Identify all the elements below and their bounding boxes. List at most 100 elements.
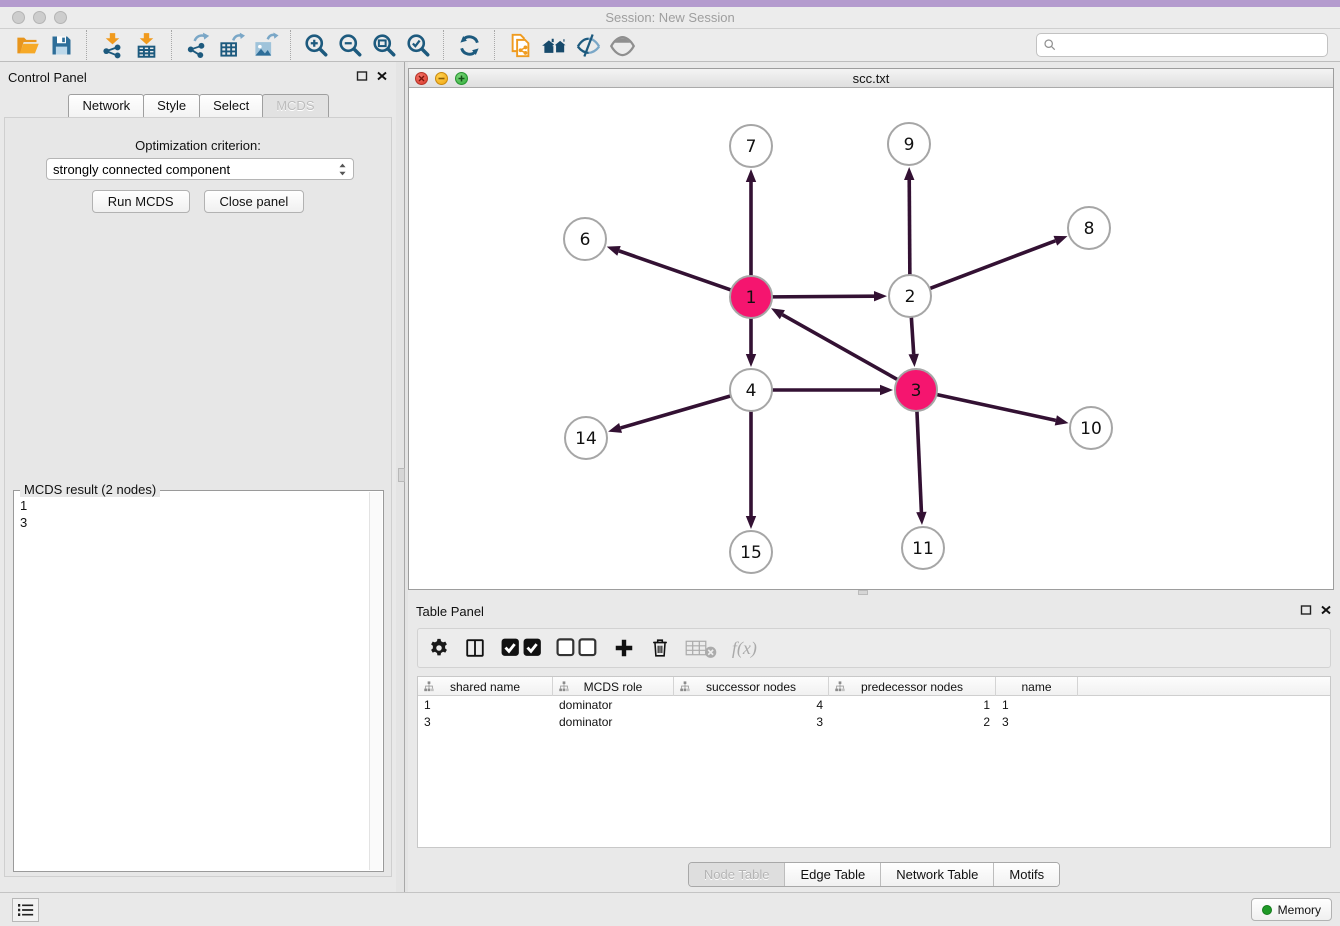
zoom-fit-button[interactable] [367, 30, 401, 60]
graph-node-1[interactable]: 1 [730, 276, 772, 318]
table-row[interactable]: 1 dominator 4 1 1 [418, 696, 1330, 713]
graph-node-9[interactable]: 9 [888, 123, 930, 165]
graph-node-14[interactable]: 14 [565, 417, 607, 459]
export-image-button[interactable] [248, 30, 282, 60]
mcds-result-text[interactable]: 1 3 [20, 497, 27, 531]
graph-node-15[interactable]: 15 [730, 531, 772, 573]
graph-edge-3-1[interactable] [782, 315, 897, 380]
node-label: 4 [746, 381, 757, 401]
edge-arrowhead [771, 308, 785, 319]
cell-shared-name[interactable]: 1 [418, 698, 553, 712]
tab-network-table[interactable]: Network Table [880, 863, 993, 886]
run-mcds-button[interactable]: Run MCDS [92, 190, 190, 213]
network-window-titlebar[interactable]: scc.txt [409, 69, 1333, 88]
deselect-all-button[interactable] [556, 635, 598, 661]
save-floppy-icon [48, 32, 75, 59]
graph-node-11[interactable]: 11 [902, 527, 944, 569]
graph-node-2[interactable]: 2 [889, 275, 931, 317]
node-table[interactable]: shared name MCDS role successor nodes pr… [417, 676, 1331, 848]
cell-successor-nodes[interactable]: 3 [674, 715, 829, 729]
tab-edge-table[interactable]: Edge Table [784, 863, 880, 886]
mcds-panel: Optimization criterion: strongly connect… [4, 117, 392, 877]
divider-handle[interactable] [858, 590, 868, 595]
select-all-button[interactable] [500, 635, 542, 661]
graph-node-8[interactable]: 8 [1068, 207, 1110, 249]
graph-edge-2-9[interactable] [909, 180, 910, 275]
search-input[interactable] [1057, 35, 1327, 55]
table-settings-button[interactable] [428, 635, 450, 661]
refresh-icon [456, 32, 483, 59]
refresh-layout-button[interactable] [452, 30, 486, 60]
search-field[interactable] [1036, 33, 1328, 57]
duplicate-network-button[interactable] [503, 30, 537, 60]
home-button[interactable] [537, 30, 571, 60]
float-panel-icon[interactable] [1300, 604, 1312, 616]
float-panel-icon[interactable] [356, 70, 368, 82]
tab-node-table[interactable]: Node Table [689, 863, 785, 886]
import-network-icon [99, 32, 126, 59]
divider-handle[interactable] [398, 468, 405, 482]
edge-arrowhead [916, 512, 926, 525]
zoom-in-button[interactable] [299, 30, 333, 60]
graph-node-6[interactable]: 6 [564, 218, 606, 260]
tab-motifs[interactable]: Motifs [993, 863, 1059, 886]
cell-name[interactable]: 1 [996, 698, 1078, 712]
save-session-button[interactable] [44, 30, 78, 60]
export-network-button[interactable] [180, 30, 214, 60]
cell-name[interactable]: 3 [996, 715, 1078, 729]
graph-node-4[interactable]: 4 [730, 369, 772, 411]
criterion-dropdown-value: strongly connected component [53, 162, 338, 177]
table-panel-header: Table Panel [408, 596, 1340, 624]
result-scrollbar[interactable] [369, 492, 382, 870]
memory-button[interactable]: Memory [1251, 898, 1332, 921]
graph-edge-2-3[interactable] [911, 317, 913, 354]
cell-predecessor-nodes[interactable]: 2 [829, 715, 996, 729]
graph-edge-4-14[interactable] [621, 396, 731, 428]
show-eye-button[interactable] [605, 30, 639, 60]
graph-node-7[interactable]: 7 [730, 125, 772, 167]
graph-edge-3-11[interactable] [917, 411, 921, 512]
cell-mcds-role[interactable]: dominator [553, 715, 674, 729]
column-header-mcds-role[interactable]: MCDS role [553, 677, 674, 696]
result-line: 3 [20, 514, 27, 531]
criterion-dropdown[interactable]: strongly connected component [46, 158, 354, 180]
column-header-successor-nodes[interactable]: successor nodes [674, 677, 829, 696]
cell-mcds-role[interactable]: dominator [553, 698, 674, 712]
tab-select[interactable]: Select [199, 94, 263, 118]
cell-shared-name[interactable]: 3 [418, 715, 553, 729]
table-row[interactable]: 3 dominator 3 2 3 [418, 713, 1330, 730]
hide-glasses-button[interactable] [571, 30, 605, 60]
cell-successor-nodes[interactable]: 4 [674, 698, 829, 712]
graph-node-10[interactable]: 10 [1070, 407, 1112, 449]
mcds-result-box: MCDS result (2 nodes) 1 3 [13, 490, 384, 872]
column-header-shared-name[interactable]: shared name [418, 677, 553, 696]
graph-edge-1-2[interactable] [772, 296, 874, 297]
show-columns-button[interactable] [464, 635, 486, 661]
table-header-row: shared name MCDS role successor nodes pr… [418, 677, 1330, 696]
close-panel-icon[interactable] [1320, 604, 1332, 616]
tab-mcds[interactable]: MCDS [262, 94, 328, 118]
close-panel-icon[interactable] [376, 70, 388, 82]
open-session-button[interactable] [10, 30, 44, 60]
zoom-selected-button[interactable] [401, 30, 435, 60]
tab-style[interactable]: Style [143, 94, 200, 118]
graph-edge-2-8[interactable] [930, 241, 1056, 289]
add-column-button[interactable] [613, 635, 635, 661]
task-history-button[interactable] [12, 898, 39, 922]
cell-predecessor-nodes[interactable]: 1 [829, 698, 996, 712]
tab-network[interactable]: Network [68, 94, 144, 118]
window-title: Session: New Session [0, 10, 1340, 25]
graph-edge-3-10[interactable] [937, 394, 1056, 420]
vertical-split-divider[interactable] [396, 62, 408, 892]
close-panel-button[interactable]: Close panel [204, 190, 305, 213]
network-canvas[interactable]: 1 2 3 4 6 7 8 9 10 11 14 15 [409, 88, 1333, 589]
zoom-out-button[interactable] [333, 30, 367, 60]
export-table-button[interactable] [214, 30, 248, 60]
graph-node-3[interactable]: 3 [895, 369, 937, 411]
delete-column-button[interactable] [649, 635, 671, 661]
column-header-predecessor-nodes[interactable]: predecessor nodes [829, 677, 996, 696]
graph-edge-1-6[interactable] [619, 251, 731, 290]
column-header-name[interactable]: name [996, 677, 1078, 696]
import-table-button[interactable] [129, 30, 163, 60]
import-network-button[interactable] [95, 30, 129, 60]
